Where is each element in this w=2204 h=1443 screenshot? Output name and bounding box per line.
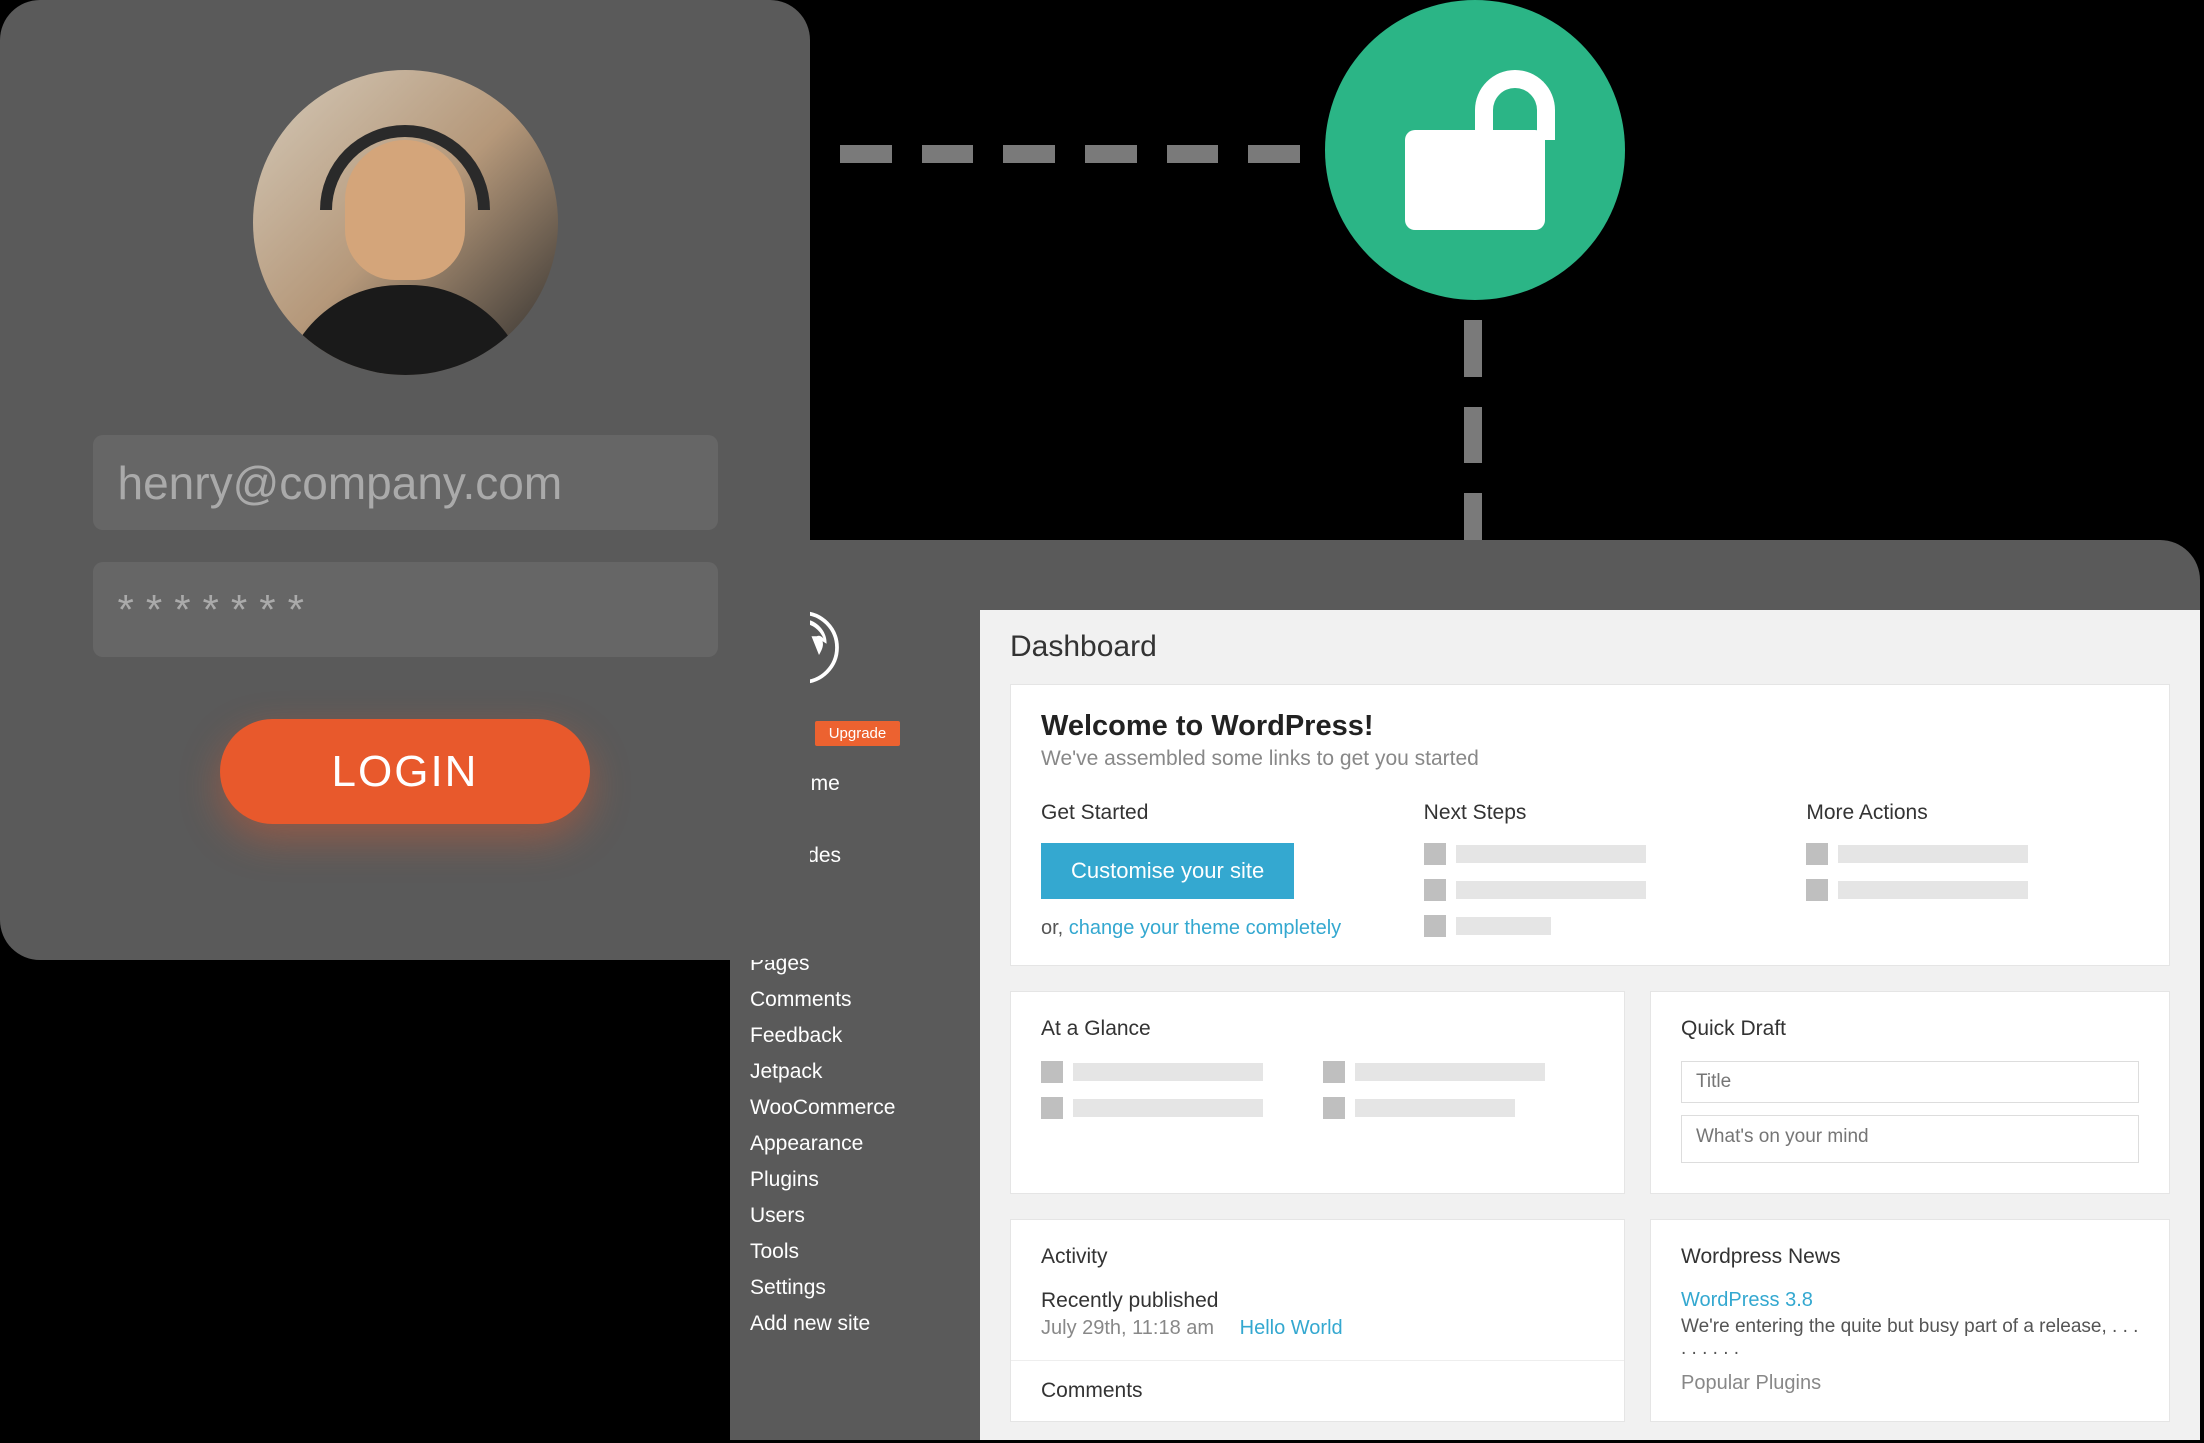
sidebar-item-tools[interactable]: Tools xyxy=(750,1234,980,1270)
quick-draft-panel: Quick Draft xyxy=(1650,991,2170,1194)
glance-placeholders-right xyxy=(1323,1061,1545,1119)
sidebar-item-settings[interactable]: Settings xyxy=(750,1270,980,1306)
unlock-badge xyxy=(1325,0,1625,300)
sidebar-item-comments[interactable]: Comments xyxy=(750,982,980,1018)
draft-body-textarea[interactable] xyxy=(1681,1115,2139,1163)
sidebar-item-appearance[interactable]: Appearance xyxy=(750,1126,980,1162)
activity-title: Activity xyxy=(1041,1245,1594,1269)
comments-section: Comments xyxy=(1011,1360,1624,1421)
draft-title-input[interactable] xyxy=(1681,1061,2139,1103)
more-actions-placeholders xyxy=(1806,843,2139,901)
unlock-icon xyxy=(1405,70,1545,230)
avatar xyxy=(253,70,558,375)
dashboard-title: Dashboard xyxy=(1010,630,2170,664)
at-a-glance-panel: At a Glance xyxy=(1010,991,1625,1194)
get-started-column: Get Started Customise your site or, chan… xyxy=(1041,801,1374,940)
news-version-link[interactable]: WordPress 3.8 xyxy=(1681,1289,2139,1312)
next-steps-title: Next Steps xyxy=(1424,801,1757,825)
sidebar-item-woocommerce[interactable]: WooCommerce xyxy=(750,1090,980,1126)
activity-time: July 29th, 11:18 am xyxy=(1041,1317,1214,1339)
popular-plugins-link[interactable]: Popular Plugins xyxy=(1681,1372,2139,1395)
welcome-panel: Welcome to WordPress! We've assembled so… xyxy=(1010,684,2170,966)
next-steps-column: Next Steps xyxy=(1424,801,1757,940)
login-card: LOGIN xyxy=(0,0,810,960)
news-title: Wordpress News xyxy=(1681,1245,2139,1269)
or-prefix: or, xyxy=(1041,917,1069,939)
sidebar-item-jetpack[interactable]: Jetpack xyxy=(750,1054,980,1090)
change-theme-link[interactable]: change your theme completely xyxy=(1069,917,1341,939)
get-started-title: Get Started xyxy=(1041,801,1374,825)
plan-upgrade-button[interactable]: Upgrade xyxy=(815,721,901,746)
more-actions-title: More Actions xyxy=(1806,801,2139,825)
sidebar-item-plugins[interactable]: Plugins xyxy=(750,1162,980,1198)
email-input[interactable] xyxy=(93,435,718,530)
news-body: We're entering the quite but busy part o… xyxy=(1681,1316,2139,1360)
sidebar-item-add-new-site[interactable]: Add new site xyxy=(750,1306,980,1342)
quick-draft-title: Quick Draft xyxy=(1681,1017,2139,1041)
dashboard-window: Basic Upgrade My Home Stats Upgrades Pos… xyxy=(730,540,2200,1440)
connector-vertical xyxy=(1464,320,1482,550)
glance-placeholders-left xyxy=(1041,1061,1263,1119)
main-content: Dashboard Welcome to WordPress! We've as… xyxy=(980,610,2200,1440)
connector-horizontal xyxy=(840,145,1300,163)
activity-post-link[interactable]: Hello World xyxy=(1240,1317,1343,1339)
welcome-subtitle: We've assembled some links to get you st… xyxy=(1041,747,2139,771)
activity-panel: Activity Recently published July 29th, 1… xyxy=(1010,1219,1625,1422)
password-input[interactable] xyxy=(93,562,718,657)
more-actions-column: More Actions xyxy=(1806,801,2139,940)
login-button[interactable]: LOGIN xyxy=(220,719,590,824)
sidebar-item-feedback[interactable]: Feedback xyxy=(750,1018,980,1054)
welcome-title: Welcome to WordPress! xyxy=(1041,710,2139,743)
recently-published-label: Recently published xyxy=(1041,1289,1594,1313)
sidebar-item-users[interactable]: Users xyxy=(750,1198,980,1234)
at-a-glance-title: At a Glance xyxy=(1041,1017,1594,1041)
next-steps-placeholders xyxy=(1424,843,1757,937)
wordpress-news-panel: Wordpress News WordPress 3.8 We're enter… xyxy=(1650,1219,2170,1422)
customise-site-button[interactable]: Customise your site xyxy=(1041,843,1294,899)
